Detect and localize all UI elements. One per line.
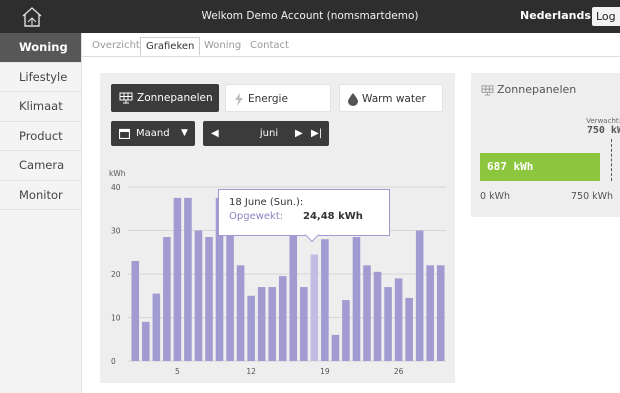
tab-grafieken[interactable]: Grafieken [140, 37, 201, 56]
expected-marker [611, 139, 612, 181]
sidebar-item-monitor[interactable]: Monitor [0, 181, 81, 210]
bar [289, 234, 298, 361]
bar [268, 287, 276, 361]
bar [205, 237, 213, 361]
summary-title-row: Zonnepanelen [481, 83, 576, 96]
y-tick-label: 30 [111, 227, 121, 236]
expected-value: 750 kWh [586, 125, 620, 136]
bar [184, 197, 192, 361]
x-tick-label: 19 [320, 367, 330, 376]
bar [142, 321, 150, 361]
bar [173, 197, 182, 361]
highlighted-bar [310, 254, 319, 361]
top-bar: Welkom Demo Account (nomsmartdemo) Neder… [0, 0, 620, 33]
scale-max-label: 750 kWh [571, 191, 614, 202]
bar [321, 239, 329, 361]
logout-button[interactable]: Log uit [592, 7, 620, 26]
tab-divider [82, 56, 620, 57]
bar [226, 230, 234, 361]
solar-summary-panel: Zonnepanelen Verwacht: 750 kWh 687 kWh 0… [471, 73, 620, 217]
bar [278, 276, 287, 361]
bar [257, 287, 266, 361]
bar [436, 265, 445, 361]
y-tick-label: 0 [111, 357, 116, 366]
summary-title: Zonnepanelen [497, 83, 577, 96]
bar [163, 237, 171, 361]
sidebar-item-woning[interactable]: Woning [0, 33, 81, 63]
bar [300, 287, 308, 361]
tooltip-label: Opgewekt: [229, 211, 284, 222]
y-tick-label: 40 [111, 183, 121, 192]
y-tick-label: 10 [111, 314, 121, 323]
bar [342, 300, 350, 361]
bar [405, 297, 413, 361]
bar [384, 287, 392, 361]
x-tick-label: 12 [246, 367, 256, 376]
bar [373, 271, 382, 361]
current-production-value: 687 kWh [487, 160, 534, 173]
sidebar-item-lifestyle[interactable]: Lifestyle [0, 63, 81, 92]
sidebar-item-klimaat[interactable]: Klimaat [0, 92, 81, 122]
language-dropdown[interactable]: Nederlands ▼ [520, 9, 603, 22]
bar [363, 265, 371, 361]
bar [194, 230, 203, 361]
expected-label: Verwacht: [586, 117, 620, 125]
x-tick-label: 26 [394, 367, 404, 376]
bar [415, 230, 424, 361]
tab-overzicht[interactable]: Overzicht [92, 37, 140, 56]
bar [426, 265, 434, 361]
bar [152, 293, 161, 361]
y-axis-label: kWh [109, 169, 126, 178]
chart-tooltip: 18 June (Sun.): Opgewekt: 24,48 kWh [218, 189, 390, 236]
y-tick-label: 20 [111, 270, 121, 279]
tab-woning[interactable]: Woning [204, 37, 241, 56]
tooltip-date: 18 June (Sun.): [229, 197, 304, 208]
bar [331, 334, 340, 361]
tooltip-value: 24,48 kWh [303, 211, 363, 222]
sidebar: Woning Lifestyle Klimaat Product Camera … [0, 33, 82, 393]
bar [352, 237, 361, 361]
sidebar-item-product[interactable]: Product [0, 122, 81, 151]
solar-panel-icon [481, 84, 494, 96]
bar [131, 260, 140, 361]
sidebar-item-camera[interactable]: Camera [0, 151, 81, 181]
production-progress-bar: 687 kWh [480, 153, 600, 181]
x-tick-label: 5 [175, 367, 180, 376]
bar [247, 295, 255, 361]
tab-contact[interactable]: Contact [250, 37, 289, 56]
bar [236, 265, 245, 361]
scale-min-label: 0 kWh [480, 191, 510, 202]
chart-panel: Zonnepanelen Energie verbruikt Warm wate… [100, 73, 455, 383]
bar [394, 278, 403, 361]
